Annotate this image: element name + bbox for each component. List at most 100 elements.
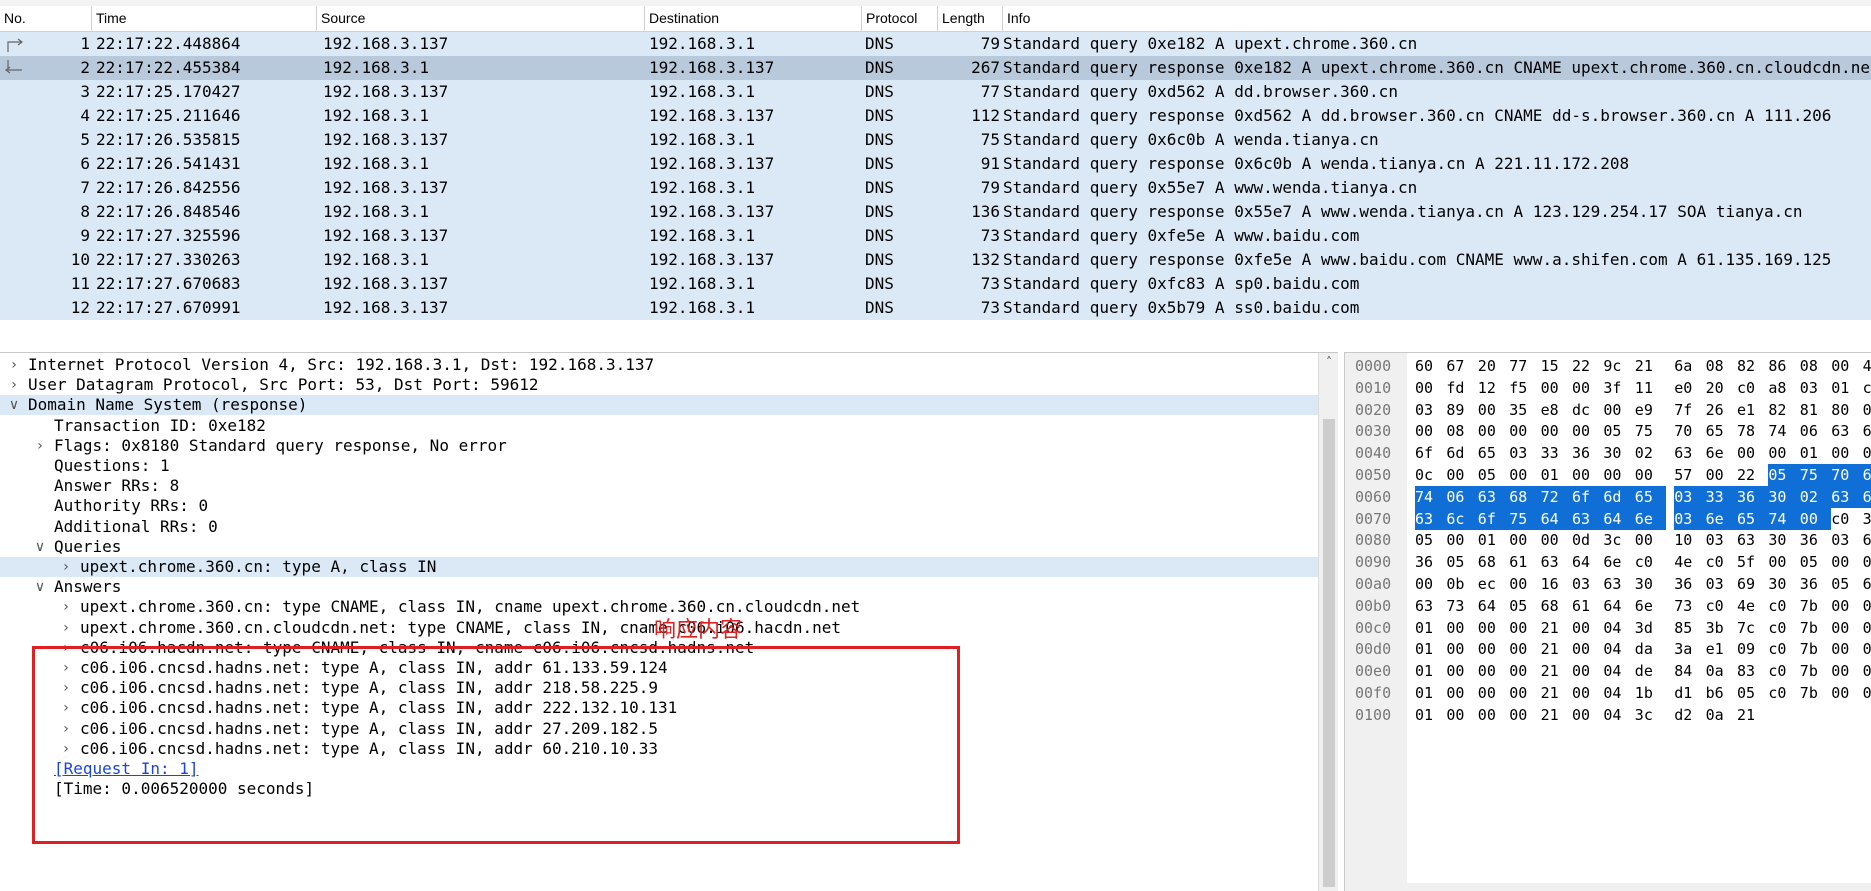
hex-byte[interactable]: 61: [1509, 551, 1540, 573]
hex-byte[interactable]: 3c: [1603, 529, 1634, 551]
scrollbar-thumb[interactable]: [1323, 419, 1335, 887]
hex-byte[interactable]: 64: [1572, 551, 1603, 573]
hex-byte[interactable]: 05: [1831, 573, 1862, 595]
hex-byte[interactable]: c0: [1706, 551, 1737, 573]
hex-byte[interactable]: 6e: [1634, 507, 1667, 530]
hex-byte[interactable]: 04: [1603, 617, 1634, 639]
hex-byte[interactable]: 21: [1541, 638, 1572, 660]
hex-byte[interactable]: 75: [1635, 420, 1666, 442]
hex-byte[interactable]: 04: [1603, 682, 1634, 704]
hex-byte[interactable]: 00: [1831, 551, 1862, 573]
hex-byte[interactable]: 00: [1478, 660, 1509, 682]
hex-byte[interactable]: 01: [1863, 682, 1871, 704]
hex-byte[interactable]: 4e: [1737, 595, 1768, 617]
packet-row[interactable]: 3 22:17:25.170427 192.168.3.137 192.168.3.1…: [0, 80, 1871, 104]
hex-byte[interactable]: 00: [1509, 682, 1540, 704]
hex-byte[interactable]: 0d: [1572, 529, 1603, 551]
hex-byte[interactable]: 00: [1572, 682, 1603, 704]
hex-byte[interactable]: 6f: [1415, 442, 1446, 464]
hex-byte[interactable]: d2: [1674, 704, 1705, 726]
hex-byte[interactable]: 00: [1541, 377, 1572, 399]
hex-byte[interactable]: 45: [1863, 355, 1871, 377]
hex-byte[interactable]: 36: [1800, 529, 1831, 551]
hex-byte[interactable]: a8: [1768, 377, 1799, 399]
packet-row[interactable]: 11 22:17:27.670683 192.168.3.137 192.168.3.…: [0, 272, 1871, 296]
hex-byte[interactable]: 00: [1509, 704, 1540, 726]
hex-byte[interactable]: 6e: [1705, 507, 1737, 530]
hex-byte[interactable]: dc: [1572, 399, 1603, 421]
hex-byte[interactable]: 3c: [1635, 704, 1666, 726]
hex-byte[interactable]: 01: [1863, 595, 1871, 617]
hex-byte[interactable]: c0: [1768, 638, 1799, 660]
details-tree-item[interactable]: ∨ Domain Name System (response): [0, 395, 1318, 416]
hex-byte[interactable]: 81: [1800, 399, 1831, 421]
hex-byte[interactable]: 63: [1674, 442, 1705, 464]
hex-byte[interactable]: 36: [1674, 573, 1705, 595]
hex-byte[interactable]: 00: [1509, 464, 1540, 486]
hex-byte[interactable]: 30: [1603, 442, 1634, 464]
hex-byte[interactable]: 3a: [1674, 638, 1705, 660]
hex-byte[interactable]: 00: [1446, 617, 1477, 639]
hex-byte[interactable]: 00: [1509, 617, 1540, 639]
hex-byte[interactable]: 3f: [1603, 377, 1634, 399]
hex-byte[interactable]: 68: [1541, 595, 1572, 617]
hex-byte[interactable]: 80: [1831, 399, 1862, 421]
hex-byte[interactable]: 04: [1603, 660, 1634, 682]
details-tree-item[interactable]: ∨ Answers: [0, 577, 1318, 597]
hex-byte[interactable]: d1: [1674, 682, 1705, 704]
packet-row[interactable]: 10 22:17:27.330263 192.168.3.1 192.168.3.13…: [0, 248, 1871, 272]
hex-byte[interactable]: 01: [1415, 638, 1446, 660]
hex-byte[interactable]: 9c: [1603, 355, 1634, 377]
hex-byte[interactable]: 00: [1446, 529, 1477, 551]
hex-byte[interactable]: 68: [1478, 551, 1509, 573]
chevron-down-icon[interactable]: ∨: [32, 577, 48, 597]
hex-byte[interactable]: 01: [1478, 529, 1509, 551]
hex-byte[interactable]: 00: [1603, 464, 1634, 486]
hex-byte[interactable]: 74: [1415, 485, 1447, 508]
hex-byte[interactable]: 36: [1800, 573, 1831, 595]
hex-byte[interactable]: 01: [1863, 442, 1871, 464]
hex-byte[interactable]: 00: [1572, 704, 1603, 726]
hex-byte[interactable]: 6e: [1706, 442, 1737, 464]
hex-byte[interactable]: 64: [1540, 507, 1572, 530]
hex-byte[interactable]: b6: [1706, 682, 1737, 704]
hex-byte[interactable]: 82: [1737, 355, 1768, 377]
hex-byte[interactable]: 00: [1478, 420, 1509, 442]
hex-byte[interactable]: 63: [1415, 507, 1447, 530]
hex-byte[interactable]: 00: [1509, 638, 1540, 660]
column-header-length[interactable]: Length: [938, 6, 1003, 31]
details-tree-item[interactable]: Additional RRs: 0: [0, 517, 1318, 537]
chevron-right-icon[interactable]: ›: [58, 597, 74, 617]
hex-byte[interactable]: 16: [1541, 573, 1572, 595]
details-tree-item[interactable]: Questions: 1: [0, 456, 1318, 476]
hex-byte[interactable]: 00: [1737, 442, 1768, 464]
hex-byte[interactable]: e8: [1541, 399, 1572, 421]
hex-byte[interactable]: 03: [1674, 507, 1706, 530]
hex-byte[interactable]: 03: [1706, 573, 1737, 595]
hex-byte[interactable]: 12: [1478, 377, 1509, 399]
hex-byte[interactable]: 30: [1635, 573, 1666, 595]
hex-byte[interactable]: 69: [1863, 529, 1871, 551]
hex-byte[interactable]: 00: [1635, 464, 1666, 486]
hex-byte[interactable]: 7b: [1800, 682, 1831, 704]
column-header-source[interactable]: Source: [317, 6, 645, 31]
hex-byte[interactable]: 20: [1478, 355, 1509, 377]
chevron-right-icon[interactable]: ›: [32, 436, 48, 456]
hex-byte[interactable]: 00: [1572, 638, 1603, 660]
hex-byte[interactable]: 78: [1737, 420, 1768, 442]
hex-byte[interactable]: 00: [1446, 660, 1477, 682]
details-tree-item[interactable]: › Internet Protocol Version 4, Src: 192.1…: [0, 355, 1318, 375]
packet-row[interactable]: 5 22:17:26.535815 192.168.3.137 192.168.3.1…: [0, 128, 1871, 152]
hex-byte[interactable]: 65: [1706, 420, 1737, 442]
hex-byte[interactable]: 63: [1477, 485, 1510, 508]
hex-byte[interactable]: 36: [1737, 485, 1769, 508]
hex-byte[interactable]: 05: [1446, 551, 1477, 573]
hex-byte[interactable]: 01: [1863, 638, 1871, 660]
hex-byte[interactable]: 6f: [1572, 485, 1604, 508]
hex-byte[interactable]: 00: [1635, 529, 1666, 551]
hex-byte[interactable]: 26: [1706, 399, 1737, 421]
hex-byte[interactable]: 65: [1634, 485, 1667, 508]
hex-byte[interactable]: 89: [1446, 399, 1477, 421]
hex-byte[interactable]: 6a: [1674, 355, 1705, 377]
hex-byte[interactable]: 63: [1737, 529, 1768, 551]
